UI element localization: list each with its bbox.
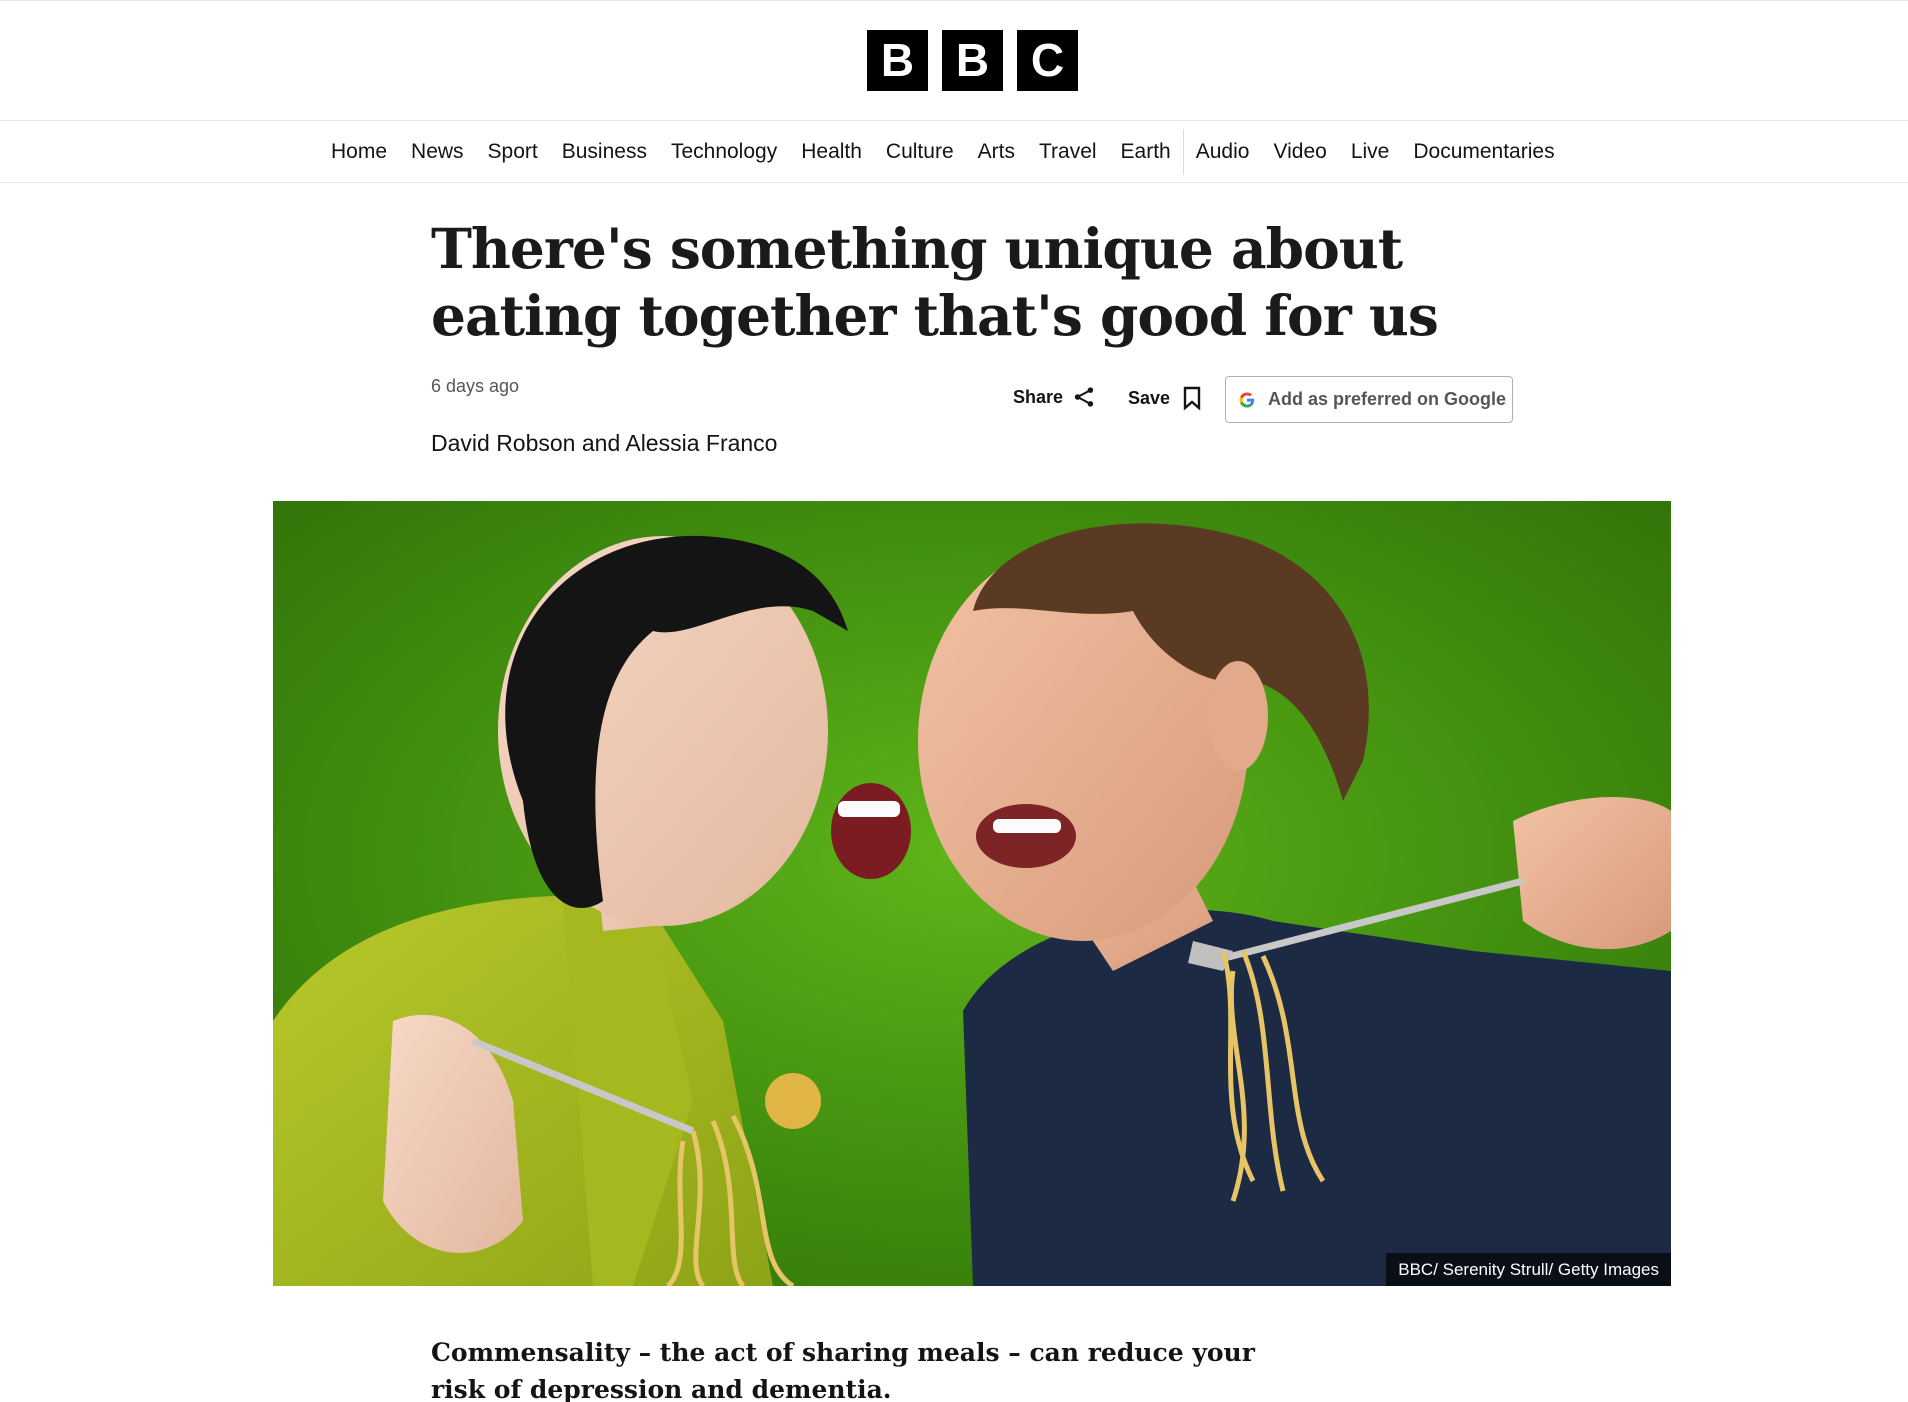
share-icon — [1074, 387, 1094, 407]
nav-item-sport[interactable]: Sport — [476, 121, 550, 183]
article-summary: Commensality – the act of sharing meals … — [431, 1338, 1255, 1402]
nav-item-technology[interactable]: Technology — [659, 121, 789, 183]
nav-item-culture[interactable]: Culture — [874, 121, 966, 183]
nav-item-health[interactable]: Health — [789, 121, 874, 183]
nav-item-audio[interactable]: Audio — [1184, 121, 1262, 183]
logo-letter: C — [1017, 30, 1078, 91]
nav-item-documentaries[interactable]: Documentaries — [1401, 121, 1566, 183]
save-button[interactable]: Save — [1128, 386, 1202, 410]
article-byline: David Robson and Alessia Franco — [431, 430, 778, 456]
nav-item-business[interactable]: Business — [550, 121, 659, 183]
image-credit: BBC/ Serenity Strull/ Getty Images — [1386, 1253, 1671, 1286]
google-icon — [1239, 392, 1255, 407]
save-label: Save — [1128, 387, 1171, 408]
nav-item-home[interactable]: Home — [319, 121, 399, 183]
nav-item-earth[interactable]: Earth — [1109, 121, 1183, 183]
hero-image: BBC/ Serenity Strull/ Getty Images — [273, 501, 1671, 1286]
bookmark-icon — [1183, 386, 1201, 410]
share-label: Share — [1013, 386, 1064, 407]
google-button-label: Add as preferred on Google — [1268, 389, 1507, 409]
logo-letter: B — [867, 30, 928, 91]
nav-item-news[interactable]: News — [399, 121, 476, 183]
share-button[interactable]: Share — [1013, 386, 1095, 408]
article-headline: There's something unique about eating to… — [431, 216, 1439, 348]
masthead: B B C — [0, 0, 1908, 121]
nav-item-live[interactable]: Live — [1339, 121, 1402, 183]
logo-letter: B — [942, 30, 1003, 91]
hero-photo — [273, 501, 1671, 1286]
nav-item-video[interactable]: Video — [1261, 121, 1338, 183]
main-nav: Home News Sport Business Technology Heal… — [0, 121, 1908, 183]
nav-item-travel[interactable]: Travel — [1027, 121, 1109, 183]
add-preferred-google-button[interactable]: Add as preferred on Google — [1225, 376, 1513, 423]
nav-item-arts[interactable]: Arts — [966, 121, 1027, 183]
bbc-logo[interactable]: B B C — [867, 30, 1078, 91]
article-date: 6 days ago — [431, 376, 520, 396]
